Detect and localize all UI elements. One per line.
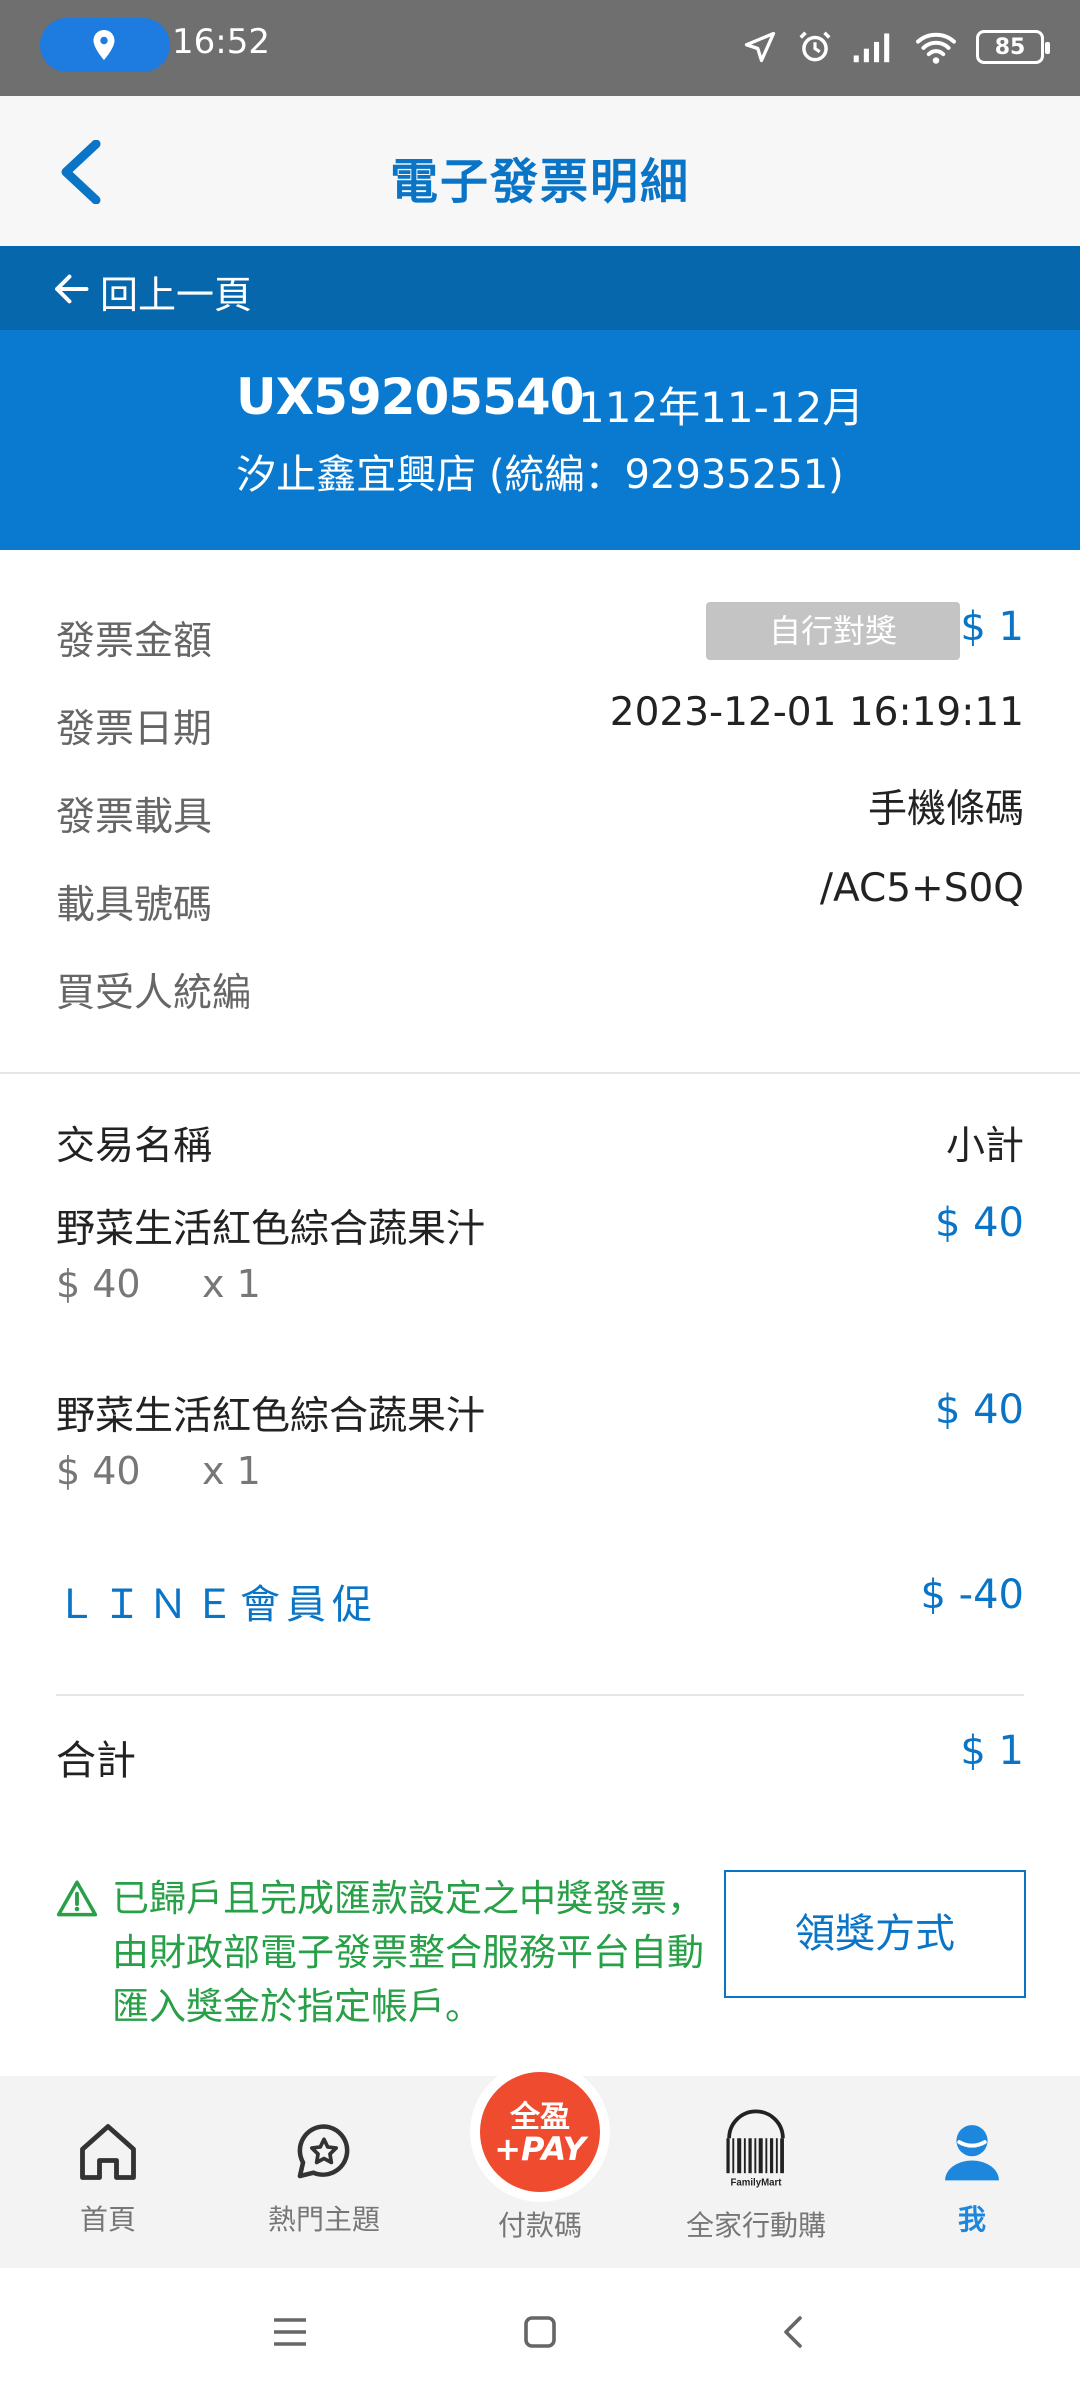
location-indicator[interactable] [40, 18, 170, 72]
buyer-row: 買受人統編 [56, 954, 1024, 1016]
total-row: 合計 $ 1 [56, 1728, 1024, 1788]
app-header: 電子發票明細 [0, 96, 1080, 246]
location-pin-icon [93, 30, 115, 60]
col-subtotal: 小計 [945, 1124, 1024, 1169]
status-icons: 85 [742, 20, 1050, 74]
item-subtotal: $ 40 [934, 1387, 1024, 1433]
promo-subtotal: $ -40 [920, 1572, 1025, 1618]
date-label: 發票日期 [56, 707, 213, 752]
list-item: 野菜生活紅色綜合蔬果汁 $ 40 x 1 $ 40 [56, 1385, 1024, 1515]
item-qty: x 1 [202, 1262, 261, 1306]
bottom-nav: 首頁 熱門主題 全盈 +PAY 付款碼 FamilyMart 全家行動購 我 [0, 2062, 1080, 2268]
pay-button[interactable]: 全盈 +PAY [470, 2062, 610, 2202]
invoice-date: 2023-12-01 16:19:11 [609, 690, 1024, 735]
navigation-icon [744, 31, 776, 63]
section-divider [0, 1072, 1080, 1074]
user-icon [945, 2125, 999, 2181]
item-price: $ 40 [56, 1262, 141, 1306]
menu-icon[interactable] [270, 2312, 310, 2352]
total-divider [56, 1694, 1024, 1696]
warning-icon [56, 1880, 98, 1917]
items-header: 交易名稱 小計 [56, 1115, 1024, 1171]
nav-familymart-label: 全家行動購 [685, 2209, 826, 2242]
pay-logo-line2: +PAY [494, 2130, 586, 2168]
carrier-no-label: 載具號碼 [56, 883, 213, 928]
total-amount: $ 1 [960, 1728, 1024, 1774]
wifi-icon [916, 32, 956, 64]
col-item-name: 交易名稱 [56, 1124, 213, 1169]
familymart-barcode-icon: FamilyMart [726, 2109, 785, 2188]
self-check-badge: 自行對獎 [706, 602, 960, 660]
nav-me-label: 我 [957, 2203, 986, 2236]
nav-familymart-shop[interactable]: FamilyMart 全家行動購 [648, 2076, 864, 2268]
promo-name: ＬＩＮＥ會員促 [56, 1582, 378, 1628]
nav-hot-topics[interactable]: 熱門主題 [216, 2076, 432, 2268]
back-icon[interactable] [774, 2312, 814, 2352]
nav-home-label: 首頁 [79, 2203, 136, 2236]
alarm-icon [799, 31, 831, 62]
back-link-label: 回上一頁 [100, 273, 253, 317]
home-square-icon[interactable] [520, 2312, 560, 2352]
date-row: 發票日期 2023-12-01 16:19:11 [56, 690, 1024, 752]
amount-label: 發票金額 [56, 619, 213, 664]
home-icon [80, 2124, 136, 2180]
list-item: 野菜生活紅色綜合蔬果汁 $ 40 x 1 $ 40 [56, 1198, 1024, 1328]
invoice-summary: UX59205540 112年11-12月 汐止鑫宜興店 (統編：9293525… [0, 330, 1080, 550]
nav-hot-topics-label: 熱門主題 [267, 2203, 380, 2236]
total-label: 合計 [56, 1738, 136, 1784]
item-price: $ 40 [56, 1449, 141, 1493]
system-nav-bar [0, 2268, 1080, 2400]
familymart-brand-text: FamilyMart [731, 2177, 783, 2188]
item-name: 野菜生活紅色綜合蔬果汁 [56, 1394, 486, 1439]
carrier-value: 手機條碼 [867, 787, 1024, 832]
nav-me[interactable]: 我 [864, 2076, 1080, 2268]
prize-notice-text: 已歸戶且完成匯款設定之中獎發票，由財政部電子發票整合服務平台自動匯入獎金於指定帳… [112, 1877, 704, 2028]
battery-icon: 85 [976, 30, 1050, 64]
claim-method-button[interactable]: 領獎方式 [724, 1870, 1026, 1998]
item-name: 野菜生活紅色綜合蔬果汁 [56, 1207, 486, 1252]
status-time: 16:52 [172, 22, 270, 62]
signal-icon [853, 33, 890, 63]
item-subtotal: $ 40 [934, 1200, 1024, 1246]
invoice-period: 112年11-12月 [578, 383, 865, 432]
star-chat-icon [297, 2124, 350, 2179]
item-qty: x 1 [202, 1449, 261, 1493]
carrier-label: 發票載具 [56, 795, 213, 840]
carrier-no-value: /AC5+S0Q [819, 866, 1024, 911]
promo-row: ＬＩＮＥ會員促 $ -40 [56, 1572, 1024, 1632]
status-bar: 16:52 85 [0, 0, 1080, 96]
carrier-no-row: 載具號碼 /AC5+S0Q [56, 866, 1024, 928]
store-name: 汐止鑫宜興店 (統編：92935251) [236, 452, 844, 498]
invoice-amount: $ 1 [960, 604, 1024, 650]
buyer-label: 買受人統編 [56, 971, 252, 1016]
arrow-left-icon [55, 274, 89, 304]
carrier-row: 發票載具 手機條碼 [56, 778, 1024, 840]
back-link-bar[interactable]: 回上一頁 [0, 246, 1080, 330]
nav-pay-label[interactable]: 付款碼 [432, 2204, 648, 2244]
pay-icon: 全盈 +PAY [480, 2072, 600, 2192]
invoice-number: UX59205540 [236, 368, 584, 426]
page-title: 電子發票明細 [389, 154, 690, 210]
nav-home[interactable]: 首頁 [0, 2076, 216, 2268]
amount-row: 發票金額 自行對獎 $ 1 [56, 602, 1024, 664]
